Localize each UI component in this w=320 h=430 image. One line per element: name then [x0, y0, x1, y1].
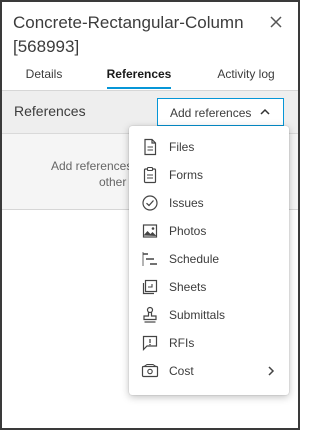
menu-item-label: RFIs — [169, 336, 195, 350]
menu-item-photos[interactable]: Photos — [129, 217, 289, 245]
chevron-up-icon — [260, 108, 270, 115]
menu-item-issues[interactable]: Issues — [129, 189, 289, 217]
tab-activity-log[interactable]: Activity log — [208, 62, 284, 90]
tab-references[interactable]: References — [100, 62, 178, 90]
stamp-icon — [141, 306, 159, 324]
menu-item-schedule[interactable]: Schedule — [129, 245, 289, 273]
add-references-menu: Files Forms Issues Photos Schedule Sheet… — [129, 126, 289, 395]
menu-item-label: Cost — [169, 364, 194, 378]
menu-item-cost[interactable]: Cost — [129, 357, 289, 385]
tab-bar: Details References Activity log — [2, 62, 298, 91]
chevron-right-icon — [268, 366, 275, 376]
add-references-label: Add references — [170, 106, 252, 120]
cost-icon — [141, 362, 159, 380]
menu-item-label: Schedule — [169, 252, 220, 266]
menu-item-label: Issues — [169, 196, 204, 210]
menu-item-files[interactable]: Files — [129, 133, 289, 161]
menu-item-submittals[interactable]: Submittals — [129, 301, 289, 329]
panel-title: Concrete-Rectangular-Column [568993] — [13, 13, 244, 56]
menu-item-label: Sheets — [169, 280, 207, 294]
image-icon — [141, 222, 159, 240]
schedule-icon — [141, 250, 159, 268]
references-heading: References — [14, 103, 86, 119]
menu-item-sheets[interactable]: Sheets — [129, 273, 289, 301]
sheets-icon — [141, 278, 159, 296]
menu-item-rfis[interactable]: RFIs — [129, 329, 289, 357]
file-icon — [141, 138, 159, 156]
menu-item-label: Forms — [169, 168, 203, 182]
tab-details[interactable]: Details — [16, 62, 72, 90]
check-circle-icon — [141, 194, 159, 212]
menu-item-label: Submittals — [169, 308, 226, 322]
close-icon — [270, 16, 282, 28]
add-references-button[interactable]: Add references — [157, 98, 284, 126]
rfi-icon — [141, 334, 159, 352]
close-button[interactable] — [266, 12, 286, 32]
menu-item-label: Files — [169, 140, 195, 154]
clipboard-icon — [141, 166, 159, 184]
menu-item-forms[interactable]: Forms — [129, 161, 289, 189]
active-tab-indicator — [107, 87, 171, 89]
references-panel: Concrete-Rectangular-Column [568993] Det… — [0, 0, 300, 430]
menu-item-label: Photos — [169, 224, 207, 238]
